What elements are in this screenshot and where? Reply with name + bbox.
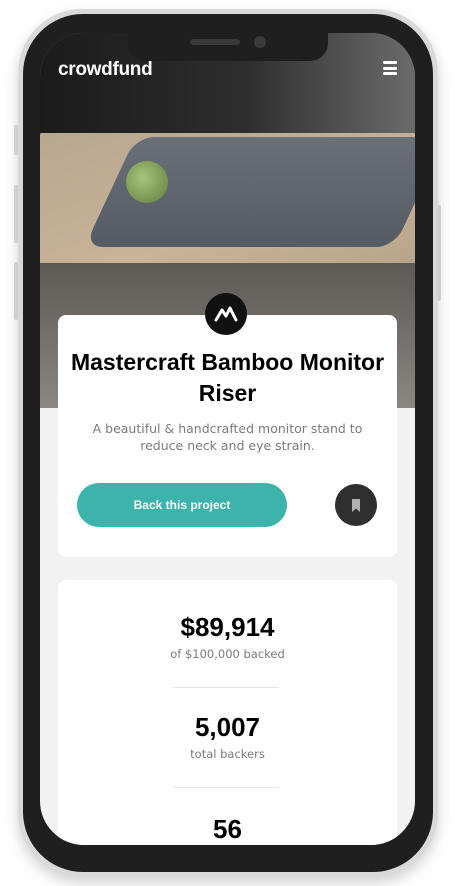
project-card: Mastercraft Bamboo Monitor Riser A beaut… — [58, 293, 397, 557]
mute-switch — [14, 125, 18, 155]
bookmark-icon — [352, 498, 360, 512]
crowdfund-logo[interactable]: crowdfund — [58, 59, 153, 81]
project-description: A beautiful & handcrafted monitor stand … — [92, 421, 363, 453]
stat-value: 56 — [213, 814, 242, 844]
stat-label: of $100,000 backed — [170, 647, 285, 661]
hamburger-icon[interactable] — [383, 61, 397, 75]
app-screen: crowdfund Mastercraft Bamboo Monitor Ris… — [40, 33, 415, 845]
stat-backers: 5,007 total backers — [58, 711, 397, 761]
volume-down-button — [14, 262, 18, 320]
project-title: Mastercraft Bamboo Monitor Riser — [70, 349, 385, 406]
stat-value: 5,007 — [194, 712, 261, 742]
back-project-button[interactable]: Back this project — [77, 483, 287, 527]
stat-label: total backers — [190, 747, 265, 761]
stat-value: $89,914 — [180, 612, 275, 642]
phone-notch — [128, 33, 328, 61]
bookmark-button[interactable] — [335, 484, 377, 526]
divider — [173, 787, 279, 788]
stat-backed: $89,914 of $100,000 backed — [58, 611, 397, 661]
stat-days: 56 — [58, 813, 397, 845]
power-button — [437, 205, 441, 301]
stats-card: $89,914 of $100,000 backed 5,007 total b… — [58, 580, 397, 845]
volume-up-button — [14, 185, 18, 243]
divider — [173, 687, 279, 688]
mastercraft-logo-icon — [205, 293, 247, 335]
